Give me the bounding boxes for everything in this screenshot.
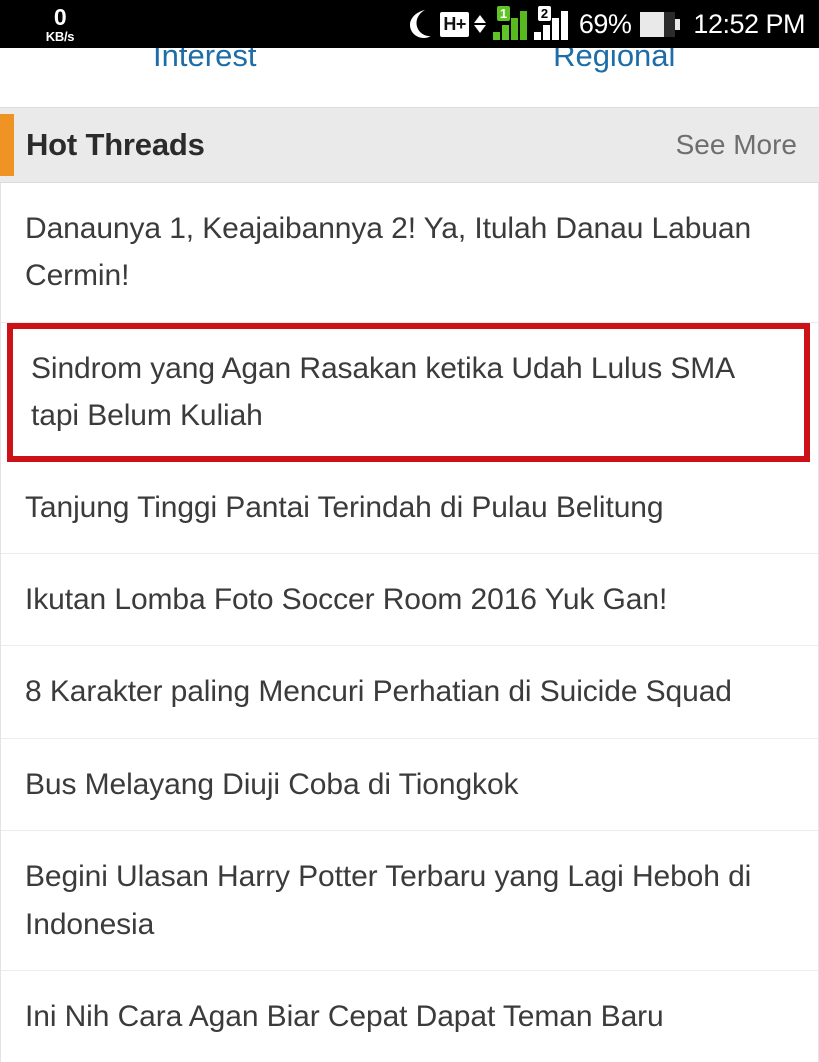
battery-percent-label: 69% <box>579 9 632 40</box>
thread-row[interactable]: Ikutan Lomba Foto Soccer Room 2016 Yuk G… <box>1 554 818 646</box>
thread-title: Ikutan Lomba Foto Soccer Room 2016 Yuk G… <box>25 576 794 623</box>
battery-icon <box>640 12 680 37</box>
status-bar: 0 KB/s H+ 1 2 69% 12:52 PM <box>0 0 819 48</box>
thread-title: Sindrom yang Agan Rasakan ketika Udah Lu… <box>31 345 786 440</box>
see-more-link[interactable]: See More <box>676 129 797 161</box>
thread-row[interactable]: Begini Ulasan Harry Potter Terbaru yang … <box>1 831 818 971</box>
hot-threads-header: Hot Threads See More <box>0 107 819 183</box>
sim1-label: 1 <box>497 6 510 21</box>
thread-row[interactable]: Bus Melayang Diuji Coba di Tiongkok <box>1 739 818 831</box>
status-icons-group: H+ 1 2 69% 12:52 PM <box>405 8 805 40</box>
thread-row-highlighted[interactable]: Sindrom yang Agan Rasakan ketika Udah Lu… <box>7 323 810 462</box>
network-speed-value: 0 <box>54 6 66 29</box>
thread-row[interactable]: Tanjung Tinggi Pantai Terindah di Pulau … <box>1 462 818 554</box>
thread-row[interactable]: 8 Karakter paling Mencuri Perhatian di S… <box>1 646 818 738</box>
section-title: Hot Threads <box>26 127 205 163</box>
thread-row[interactable]: Danaunya 1, Keajaibannya 2! Ya, Itulah D… <box>1 183 818 323</box>
crescent-moon-icon <box>405 9 431 39</box>
hot-threads-list: Danaunya 1, Keajaibannya 2! Ya, Itulah D… <box>0 183 819 1062</box>
network-type-badge: H+ <box>440 12 469 37</box>
sim2-label: 2 <box>538 6 551 21</box>
thread-title: Begini Ulasan Harry Potter Terbaru yang … <box>25 853 794 948</box>
thread-title: Tanjung Tinggi Pantai Terindah di Pulau … <box>25 484 794 531</box>
sim2-signal-icon: 2 <box>534 8 568 40</box>
thread-row[interactable]: Ini Nih Cara Agan Biar Cepat Dapat Teman… <box>1 971 818 1062</box>
data-up-down-arrows-icon <box>474 15 486 33</box>
network-speed-unit: KB/s <box>46 30 74 43</box>
thread-title: Ini Nih Cara Agan Biar Cepat Dapat Teman… <box>25 993 794 1040</box>
tab-regional[interactable]: Regional <box>410 48 819 71</box>
thread-title: Bus Melayang Diuji Coba di Tiongkok <box>25 761 794 808</box>
network-speed-indicator: 0 KB/s <box>0 6 120 43</box>
thread-title: 8 Karakter paling Mencuri Perhatian di S… <box>25 668 794 715</box>
category-tab-bar: Interest Regional <box>0 48 819 107</box>
clock-label: 12:52 PM <box>693 9 805 40</box>
accent-bar <box>0 114 14 176</box>
sim1-signal-icon: 1 <box>493 8 527 40</box>
tab-interest[interactable]: Interest <box>0 48 410 71</box>
thread-title: Danaunya 1, Keajaibannya 2! Ya, Itulah D… <box>25 205 794 300</box>
